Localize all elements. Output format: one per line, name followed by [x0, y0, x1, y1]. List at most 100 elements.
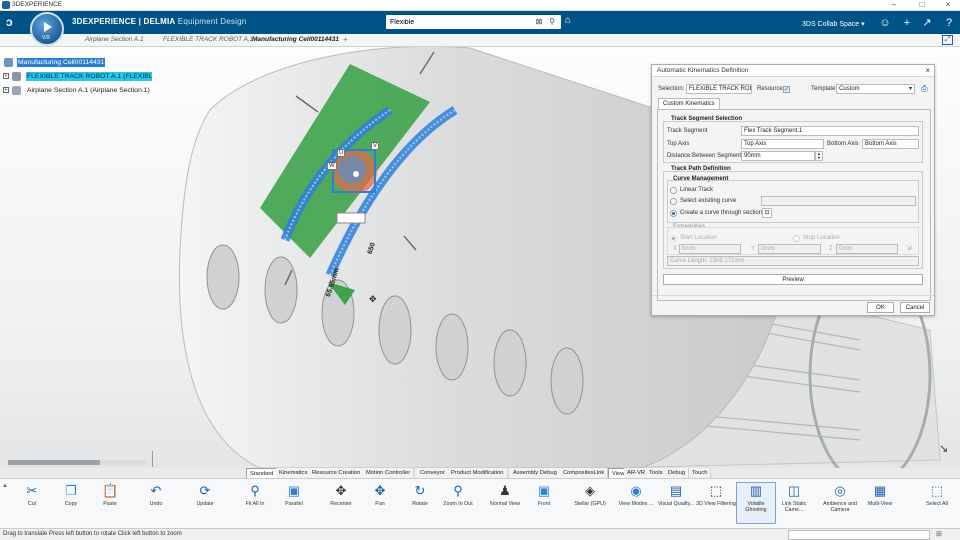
- tag-icon[interactable]: ⌂: [565, 15, 571, 26]
- cancel-button[interactable]: Cancel: [900, 302, 930, 313]
- front-view-icon: ▣: [537, 483, 551, 498]
- cut-button[interactable]: ✂ Cut: [12, 483, 52, 507]
- selection-field[interactable]: FLEXIBLE TRACK ROBOT: [686, 84, 752, 94]
- expand-view-icon[interactable]: ⤢: [942, 35, 953, 45]
- copy-button[interactable]: ❐ Copy: [51, 483, 91, 507]
- collab-space-selector[interactable]: 3DS Collab Space ▾: [802, 20, 865, 28]
- fit-all-in-button[interactable]: ⚲ Fit All In: [235, 483, 275, 507]
- x-field[interactable]: 0mm: [679, 244, 741, 254]
- update-button[interactable]: ⟳ Update: [185, 483, 225, 507]
- section-tab-assembly-debug[interactable]: Assembly Debug: [510, 468, 561, 478]
- section-tab-conveyor[interactable]: Conveyor: [417, 468, 449, 478]
- search-icon[interactable]: ⚲: [547, 17, 557, 27]
- sections-selector-icon[interactable]: ⊡: [762, 208, 772, 218]
- resource-checkbox[interactable]: ✓: [783, 86, 790, 93]
- existing-curve-field[interactable]: [761, 196, 916, 206]
- section-tab-product-modification[interactable]: Product Modification: [448, 468, 508, 478]
- maximize-button[interactable]: □: [912, 0, 932, 11]
- rotate-button[interactable]: ↻ Rotate: [400, 483, 440, 507]
- stop-location-radio[interactable]: [793, 235, 800, 242]
- tab-airplane-section[interactable]: Airplane Section A.1: [85, 36, 144, 43]
- section-tab-standard[interactable]: Standard: [246, 468, 278, 478]
- share-icon[interactable]: ↗: [920, 16, 934, 30]
- template-label: Template:: [811, 86, 838, 92]
- create-curve-radio[interactable]: [670, 210, 677, 217]
- section-tab-kinematics[interactable]: Kinematics: [276, 468, 312, 478]
- select-existing-curve-radio[interactable]: [670, 198, 677, 205]
- action-bar: ▲ ✂ Cut ❐ Copy 📋 Paste ↶ Undo ⟳ Update ⚲ Fit All In…: [0, 478, 960, 528]
- toolbar-collapse-icon[interactable]: ▲: [2, 483, 8, 489]
- start-location-label: Start Location: [680, 235, 718, 241]
- section-tab-compositeslink[interactable]: CompositesLink: [560, 468, 609, 478]
- add-icon[interactable]: +: [900, 16, 914, 30]
- search-options-icon[interactable]: ⊠: [534, 17, 544, 27]
- distance-spinner[interactable]: ▲ ▼: [815, 151, 823, 161]
- toolbar-label: Fit All In: [245, 501, 265, 507]
- section-tab-motion-controller[interactable]: Motion Controller: [363, 468, 415, 478]
- new-tab-button[interactable]: +: [343, 35, 348, 44]
- y-field[interactable]: 0mm: [758, 244, 821, 254]
- section-tab-debug[interactable]: Debug: [665, 468, 690, 478]
- dialog-title: Automatic Kinematics Definition: [657, 67, 749, 74]
- 3d-view-filtering-button[interactable]: ⬚ 3D View Filtering: [696, 483, 736, 507]
- parallel-button[interactable]: ▣ Parallel: [274, 483, 314, 507]
- tree-item-flexible-track-robot[interactable]: + FLEXIBLE TRACK ROBOT A.1 (FLEXIBLE T: [2, 72, 162, 82]
- pan-button[interactable]: ✥ Pan: [360, 483, 400, 507]
- visual-quality-button[interactable]: ▤ Visual Quality...: [656, 483, 696, 507]
- undo-button[interactable]: ↶ Undo: [136, 483, 176, 507]
- section-tab-tools[interactable]: Tools: [646, 468, 667, 478]
- user-icon[interactable]: ☺: [878, 16, 892, 30]
- dialog-titlebar[interactable]: Automatic Kinematics Definition ×: [652, 65, 934, 77]
- expand-icon[interactable]: +: [3, 87, 9, 93]
- section-tab-resource-creation[interactable]: Resource Creation: [309, 468, 365, 478]
- compass-button[interactable]: V.R: [30, 12, 64, 46]
- help-icon[interactable]: ?: [942, 16, 956, 30]
- tree-scrollbar-thumb[interactable]: [8, 460, 100, 465]
- section-tab-touch[interactable]: Touch: [689, 468, 712, 478]
- parallel-icon: ▣: [287, 483, 301, 498]
- tree-scrollbar[interactable]: [8, 460, 146, 465]
- stellar-gpu-button[interactable]: ◈ Stellar (GPU): [570, 483, 610, 507]
- volatile-ghosting-button[interactable]: ▥ Volatile Ghosting: [736, 482, 776, 524]
- expand-icon[interactable]: +: [3, 73, 9, 79]
- command-input[interactable]: [788, 530, 930, 540]
- link-static-came-button[interactable]: ◫ Link Static Came...: [774, 483, 814, 513]
- selection-label: Selection:: [658, 86, 685, 92]
- normal-view-button[interactable]: ♟ Normal View: [485, 483, 525, 507]
- search-input[interactable]: [386, 15, 526, 29]
- tab-manufacturing-cell[interactable]: Manufacturing Cell00114431: [252, 36, 339, 43]
- tab-custom-kinematics[interactable]: Custom Kinematics: [658, 98, 720, 109]
- dialog-close-icon[interactable]: ×: [925, 66, 930, 75]
- tree-item-airplane-section[interactable]: + Airplane Section A.1 (Airplane Section…: [2, 86, 162, 96]
- recenter-button[interactable]: ✥ Recenter: [321, 483, 361, 507]
- z-field[interactable]: 0mm: [836, 244, 898, 254]
- toolbar-label: Copy: [64, 501, 78, 507]
- pick-point-icon[interactable]: ⇲: [906, 244, 912, 252]
- ambience-and-camera-button[interactable]: ◎ Ambience and Camera: [820, 483, 860, 513]
- track-segment-field[interactable]: Flex Track Segment.1: [741, 126, 919, 136]
- linear-track-radio[interactable]: [670, 187, 677, 194]
- distance-field[interactable]: 90mm: [741, 151, 815, 161]
- close-window-button[interactable]: ×: [938, 0, 958, 11]
- view-modes-button[interactable]: ◉ View Modes ...: [616, 483, 656, 507]
- toolbar-label: Undo: [149, 501, 163, 507]
- ok-button[interactable]: OK: [867, 302, 894, 313]
- cell-icon: [4, 58, 13, 67]
- status-icon[interactable]: ⊞: [936, 530, 942, 538]
- top-axis-field[interactable]: Top Axis: [741, 139, 824, 149]
- bottom-axis-field[interactable]: Bottom Axis: [862, 139, 919, 149]
- zoom-in-out-button[interactable]: ⚲ Zoom In Out: [438, 483, 478, 507]
- start-location-radio[interactable]: [670, 235, 677, 242]
- tree-item-manufacturing-cell[interactable]: Manufacturing Cell00114431: [2, 58, 142, 68]
- search-box[interactable]: ⊠ ⚲: [386, 15, 561, 29]
- multi-view-button[interactable]: ▦ Multi-View: [860, 483, 900, 507]
- minimize-button[interactable]: –: [884, 0, 904, 11]
- front-button[interactable]: ▣ Front: [524, 483, 564, 507]
- paste-button[interactable]: 📋 Paste: [90, 483, 130, 507]
- template-select[interactable]: Custom ▾: [836, 84, 915, 94]
- tab-flexible-track-robot[interactable]: FLEXIBLE TRACK ROBOT A.1: [163, 36, 253, 43]
- template-save-icon[interactable]: ⎙: [919, 83, 930, 94]
- select-all-button[interactable]: ⬚ Select All: [917, 483, 957, 507]
- preview-button[interactable]: Preview: [663, 274, 923, 285]
- tree-splitter[interactable]: [152, 451, 153, 467]
